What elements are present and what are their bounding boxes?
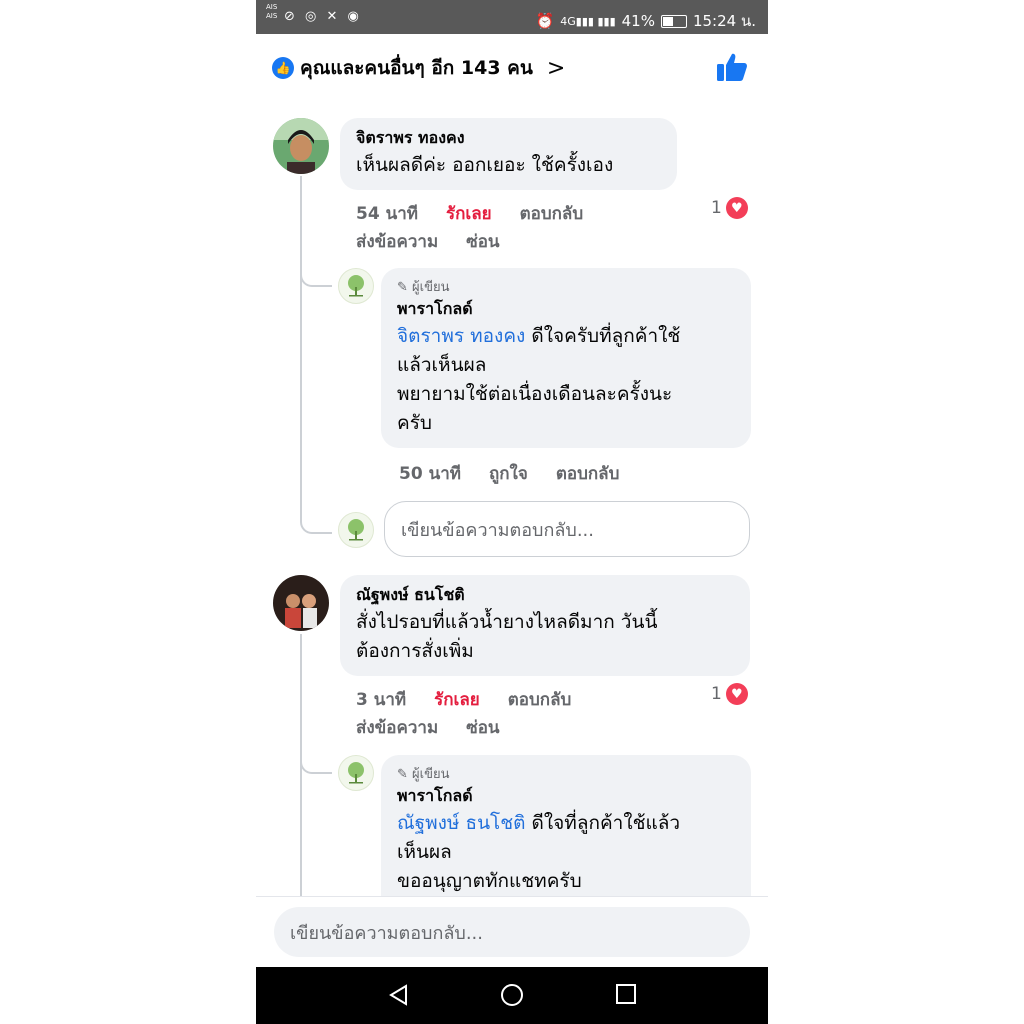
reply-author[interactable]: พาราโกลด์: [397, 297, 735, 322]
reply-text-line: แล้วเห็นผล: [397, 354, 487, 376]
author-badge: ✎ ผู้เขียน: [397, 276, 735, 297]
reply-time: 50 นาที: [399, 464, 461, 484]
signal-icon: 4G▮▮▮ ▮▮▮: [560, 14, 616, 28]
reaction-count[interactable]: 1 ♥: [711, 197, 748, 219]
reply-author[interactable]: พาราโกลด์: [397, 784, 735, 809]
comment-text-line: สั่งไปรอบที่แล้วน้ำยางไหลดีมาก วันนี้: [356, 611, 658, 633]
love-button[interactable]: รักเลย: [434, 686, 480, 713]
comment-text-line: ต้องการสั่งเพิ่ม: [356, 640, 474, 662]
comment-actions: 3 นาที รักเลย ตอบกลับ: [356, 686, 571, 713]
comment-author[interactable]: จิตราพร ทองคง: [356, 126, 661, 151]
reply-button[interactable]: ตอบกลับ: [508, 686, 572, 713]
back-icon[interactable]: [386, 983, 410, 1007]
comment-author[interactable]: ณัฐพงษ์ ธนโชติ: [356, 583, 734, 608]
reply-text-line: ดีใจครับที่ลูกค้าใช้: [525, 325, 681, 347]
phone-screen: AIS AIS ⊘ ◎ ✕ ◉ ⏰ 4G▮▮▮ ▮▮▮ 41% 15:24 น.…: [256, 0, 768, 1024]
reaction-count-value: 1: [711, 198, 722, 218]
reply-text-line: ขออนุญาตทักแชทครับ: [397, 870, 582, 892]
reply-actions: 50 นาที ถูกใจ ตอบกลับ: [399, 460, 619, 487]
comment-time: 54 นาที: [356, 204, 418, 224]
heart-icon: ♥: [725, 197, 748, 219]
thread-connector: [300, 736, 332, 774]
recents-icon[interactable]: [614, 983, 638, 1007]
comment-text: เห็นผลดีค่ะ ออกเยอะ ใช้ครั้งเอง: [356, 154, 614, 176]
hide-button[interactable]: ซ่อน: [466, 714, 499, 741]
reply-text-line: เห็นผล: [397, 841, 452, 863]
pencil-icon: ✎: [397, 767, 408, 782]
carrier-label: AIS AIS: [266, 3, 278, 20]
pencil-icon: ✎: [397, 280, 408, 295]
reply-text-line: ดีใจที่ลูกค้าใช้แล้ว: [525, 812, 681, 834]
page-avatar: [338, 512, 374, 548]
status-bar: AIS AIS ⊘ ◎ ✕ ◉ ⏰ 4G▮▮▮ ▮▮▮ 41% 15:24 น.: [256, 0, 768, 34]
mention-link[interactable]: จิตราพร ทองคง: [397, 325, 525, 347]
thread-reply-input[interactable]: เขียนข้อความตอบกลับ...: [384, 501, 750, 557]
comment-input[interactable]: เขียนข้อความตอบกลับ...: [274, 907, 750, 957]
reaction-count[interactable]: 1 ♥: [711, 683, 748, 705]
comment-bubble: จิตราพร ทองคง เห็นผลดีค่ะ ออกเยอะ ใช้ครั…: [340, 118, 677, 190]
reply-text: ณัฐพงษ์ ธนโชติ ดีใจที่ลูกค้าใช้แล้ว เห็น…: [397, 809, 735, 896]
reply-text-line: พยายามใช้ต่อเนื่องเดือนละครั้งนะ: [397, 383, 673, 405]
page-avatar[interactable]: [338, 268, 374, 304]
thread-connector: [300, 249, 332, 287]
chevron-right-icon: >: [546, 55, 566, 81]
alarm-icon: ⏰: [535, 12, 555, 30]
comments-sheet: 👍 คุณและคนอื่นๆ อีก 143 คน > จิตราพร ทอง…: [256, 34, 768, 968]
avatar[interactable]: [273, 575, 329, 631]
heart-icon: ♥: [725, 683, 748, 705]
comment-text: สั่งไปรอบที่แล้วน้ำยางไหลดีมาก วันนี้ ต้…: [356, 608, 734, 666]
send-message-button[interactable]: ส่งข้อความ: [356, 714, 438, 741]
reaction-count-value: 1: [711, 684, 722, 704]
avatar[interactable]: [273, 118, 329, 174]
battery-icon: [660, 14, 687, 28]
like-text-button[interactable]: ถูกใจ: [489, 460, 528, 487]
home-icon[interactable]: [499, 983, 525, 1009]
comment-actions-row2: ส่งข้อความ ซ่อน: [356, 714, 500, 741]
reply-button[interactable]: ตอบกลับ: [556, 460, 620, 487]
status-right: ⏰ 4G▮▮▮ ▮▮▮ 41% 15:24 น.: [536, 9, 756, 33]
navigation-bar: [256, 967, 768, 1024]
battery-percent: 41%: [621, 12, 655, 30]
like-reaction-icon: 👍: [272, 57, 294, 79]
clock: 15:24 น.: [692, 12, 756, 30]
thread-connector: [300, 496, 332, 534]
mention-link[interactable]: ณัฐพงษ์ ธนโชติ: [397, 812, 526, 834]
author-badge: ✎ ผู้เขียน: [397, 763, 735, 784]
reply-button[interactable]: ตอบกลับ: [520, 200, 584, 227]
reply-bubble: ✎ ผู้เขียน พาราโกลด์ จิตราพร ทองคง ดีใจค…: [381, 268, 751, 448]
like-button-icon[interactable]: [716, 52, 748, 82]
page-avatar[interactable]: [338, 755, 374, 791]
comment-actions-row2: ส่งข้อความ ซ่อน: [356, 228, 500, 255]
reply-text-line: ครับ: [397, 412, 432, 434]
comment-bubble: ณัฐพงษ์ ธนโชติ สั่งไปรอบที่แล้วน้ำยางไหล…: [340, 575, 750, 676]
love-button[interactable]: รักเลย: [446, 200, 492, 227]
thread-line: [300, 634, 302, 934]
comment-actions: 54 นาที รักเลย ตอบกลับ: [356, 200, 583, 227]
author-badge-label: ผู้เขียน: [412, 280, 450, 295]
author-badge-label: ผู้เขียน: [412, 767, 450, 782]
reactions-summary: คุณและคนอื่นๆ อีก 143 คน: [300, 57, 533, 79]
reactions-header[interactable]: 👍 คุณและคนอื่นๆ อีก 143 คน >: [272, 52, 565, 84]
notification-icons: ⊘ ◎ ✕ ◉: [284, 9, 362, 24]
thread-line: [300, 176, 302, 516]
reply-text: จิตราพร ทองคง ดีใจครับที่ลูกค้าใช้ แล้วเ…: [397, 322, 735, 438]
comment-time: 3 นาที: [356, 690, 407, 710]
send-message-button[interactable]: ส่งข้อความ: [356, 228, 438, 255]
hide-button[interactable]: ซ่อน: [466, 228, 499, 255]
bottom-composer: เขียนข้อความตอบกลับ...: [256, 896, 768, 968]
